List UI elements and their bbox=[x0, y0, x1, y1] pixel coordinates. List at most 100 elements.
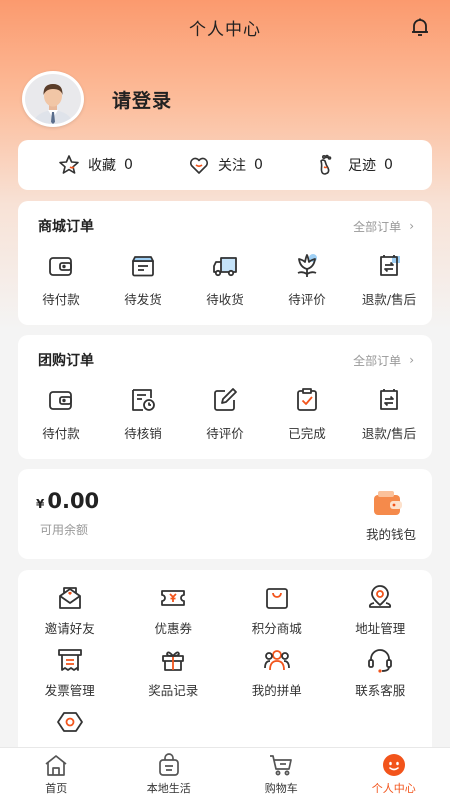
tab-profile[interactable]: 个人中心 bbox=[338, 752, 450, 796]
stat-follows[interactable]: 关注 0 bbox=[187, 153, 263, 177]
gift-icon bbox=[162, 651, 185, 671]
flower-icon bbox=[297, 254, 317, 277]
all-orders-label: 全部订单 bbox=[353, 219, 402, 234]
headset-icon bbox=[368, 649, 393, 673]
shopping-bag-icon bbox=[265, 588, 288, 609]
section-title: 团购订单 bbox=[38, 353, 94, 369]
profile-face-icon bbox=[382, 754, 405, 776]
tab-label: 首页 bbox=[45, 782, 68, 795]
heart-icon bbox=[190, 157, 209, 174]
order-status-label: 待发货 bbox=[124, 292, 162, 307]
refund-icon bbox=[380, 389, 398, 410]
stat-label: 收藏 bbox=[88, 158, 117, 174]
stat-footprints[interactable]: 足迹 0 bbox=[317, 153, 393, 177]
service-prize-records[interactable]: 奖品记录 bbox=[122, 646, 226, 708]
wallet-icon bbox=[49, 391, 72, 410]
truck-icon bbox=[213, 257, 237, 277]
service-label: 积分商城 bbox=[251, 621, 302, 636]
group-status-to-review[interactable]: 待评价 bbox=[186, 385, 264, 442]
service-my-group-buys[interactable]: 我的拼单 bbox=[225, 646, 329, 708]
balance-value: 0.00 bbox=[47, 489, 100, 513]
service-label: 优惠券 bbox=[154, 621, 192, 636]
wallet-card: ¥0.00 可用余额 我的钱包 bbox=[18, 469, 432, 559]
wallet-icon bbox=[49, 257, 72, 276]
all-orders-label: 全部订单 bbox=[353, 353, 402, 368]
stat-count: 0 bbox=[254, 157, 263, 173]
invite-envelope-icon bbox=[58, 587, 81, 609]
settings-hexagon-icon bbox=[56, 712, 83, 732]
service-label: 奖品记录 bbox=[148, 683, 199, 698]
group-status-label: 退款/售后 bbox=[361, 426, 417, 441]
footprint-icon bbox=[320, 154, 332, 175]
wallet-orange-icon[interactable] bbox=[372, 489, 404, 521]
stat-label: 关注 bbox=[218, 158, 247, 174]
top-header: 个人中心 bbox=[0, 0, 450, 54]
avatar[interactable] bbox=[22, 71, 84, 127]
mall-orders-card: 商城订单 全部订单 › 待付款 待发货 待收货 待评价 退款/售后 bbox=[18, 201, 432, 325]
group-status-completed[interactable]: 已完成 bbox=[268, 385, 346, 442]
avatar-man-icon bbox=[25, 74, 81, 124]
my-wallet-label[interactable]: 我的钱包 bbox=[366, 524, 416, 543]
order-status-label: 待付款 bbox=[42, 292, 80, 307]
local-life-icon bbox=[158, 753, 179, 776]
service-customer-support[interactable]: 联系客服 bbox=[329, 646, 433, 708]
balance-amount[interactable]: ¥0.00 bbox=[36, 489, 99, 513]
all-orders-link[interactable]: 全部订单 › bbox=[353, 218, 414, 235]
tab-local-life[interactable]: 本地生活 bbox=[113, 752, 225, 796]
group-status-label: 待核销 bbox=[124, 426, 162, 441]
order-status-label: 待评价 bbox=[288, 292, 326, 307]
home-icon bbox=[45, 755, 67, 776]
tab-home[interactable]: 首页 bbox=[0, 752, 112, 796]
group-status-to-redeem[interactable]: 待核销 bbox=[104, 385, 182, 442]
service-label: 邀请好友 bbox=[44, 621, 95, 636]
group-status-pending-payment[interactable]: 待付款 bbox=[22, 385, 100, 442]
group-people-icon bbox=[263, 650, 290, 671]
service-label: 我的拼单 bbox=[251, 683, 302, 698]
order-status-to-ship[interactable]: 待发货 bbox=[104, 251, 182, 308]
chevron-right-icon: › bbox=[409, 219, 414, 233]
refund-icon bbox=[380, 255, 400, 276]
order-status-refund[interactable]: 退款/售后 bbox=[350, 251, 428, 308]
service-invoice[interactable]: 发票管理 bbox=[18, 646, 122, 708]
tab-label: 个人中心 bbox=[371, 782, 416, 795]
service-coupons[interactable]: 优惠券 bbox=[122, 584, 226, 646]
invoice-icon bbox=[57, 649, 82, 671]
order-status-to-review[interactable]: 待评价 bbox=[268, 251, 346, 308]
group-status-label: 待评价 bbox=[206, 426, 244, 441]
coupon-icon bbox=[161, 590, 186, 606]
tab-label: 购物车 bbox=[264, 782, 298, 795]
service-invite-friends[interactable]: 邀请好友 bbox=[18, 584, 122, 646]
section-title: 商城订单 bbox=[38, 219, 94, 235]
order-status-label: 退款/售后 bbox=[361, 292, 417, 307]
service-label: 联系客服 bbox=[355, 683, 406, 698]
group-status-refund[interactable]: 退款/售后 bbox=[350, 385, 428, 442]
service-points-mall[interactable]: 积分商城 bbox=[225, 584, 329, 646]
currency-symbol: ¥ bbox=[36, 497, 45, 511]
stat-favorites[interactable]: 收藏 0 bbox=[57, 153, 133, 177]
bell-icon[interactable] bbox=[408, 15, 432, 39]
services-card: 邀请好友 优惠券 积分商城 地址管理 发票管理 奖品记录 我的拼单 联系客服 bbox=[18, 570, 432, 760]
page-title: 个人中心 bbox=[189, 19, 261, 40]
bottom-tab-bar: 首页 本地生活 购物车 个人中心 bbox=[0, 747, 450, 800]
group-status-label: 待付款 bbox=[42, 426, 80, 441]
service-label: 发票管理 bbox=[44, 683, 95, 698]
order-status-pending-payment[interactable]: 待付款 bbox=[22, 251, 100, 308]
login-prompt[interactable]: 请登录 bbox=[112, 86, 172, 113]
star-icon bbox=[59, 155, 79, 174]
profile-section[interactable]: 请登录 bbox=[22, 70, 172, 128]
stat-label: 足迹 bbox=[348, 158, 377, 174]
location-pin-icon bbox=[369, 585, 392, 608]
order-status-label: 待收货 bbox=[206, 292, 244, 307]
cart-icon bbox=[270, 755, 293, 776]
all-orders-link[interactable]: 全部订单 › bbox=[353, 352, 414, 369]
tab-label: 本地生活 bbox=[146, 782, 191, 795]
voucher-clock-icon bbox=[132, 389, 155, 411]
service-label: 地址管理 bbox=[355, 621, 406, 636]
stat-count: 0 bbox=[124, 157, 133, 173]
service-address[interactable]: 地址管理 bbox=[329, 584, 433, 646]
order-status-to-receive[interactable]: 待收货 bbox=[186, 251, 264, 308]
tab-cart[interactable]: 购物车 bbox=[225, 752, 337, 796]
available-balance-label: 可用余额 bbox=[40, 523, 89, 537]
edit-icon bbox=[214, 388, 237, 411]
group-status-label: 已完成 bbox=[288, 426, 326, 441]
